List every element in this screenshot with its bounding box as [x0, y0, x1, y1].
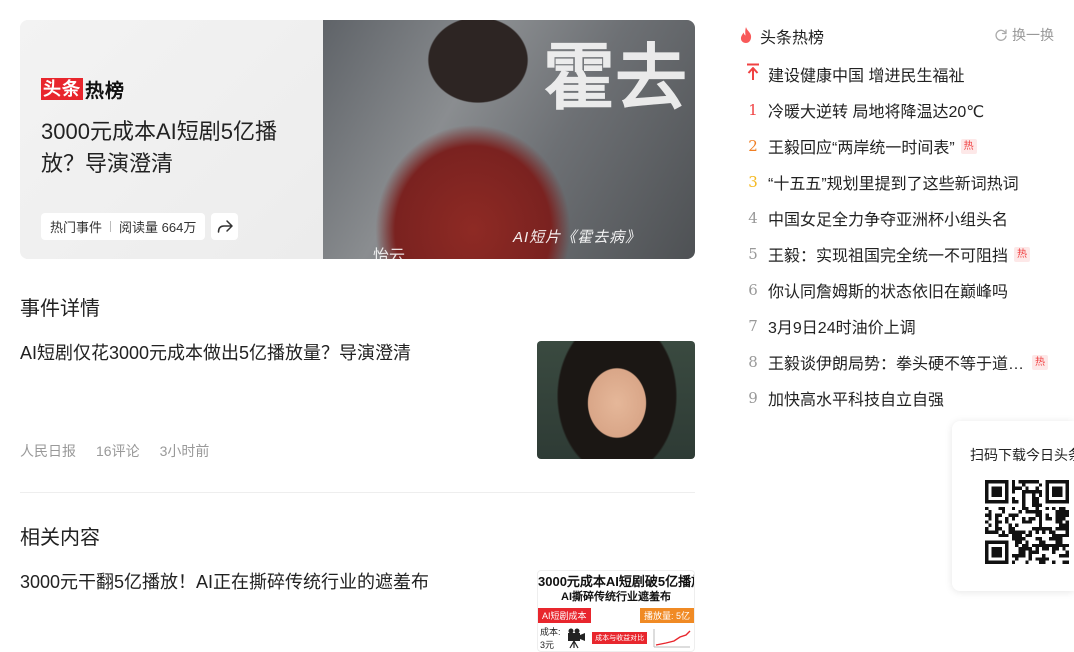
share-button[interactable]	[211, 213, 239, 240]
hotlist-rank: 6	[748, 281, 758, 299]
hero-image-caption: AI短片《霍去病》	[513, 229, 642, 246]
hotlist-rank: 4	[748, 209, 758, 227]
article-item[interactable]: AI短剧仅花3000元成本做出5亿播放量？导演澄清 人民日报 16评论 3小时前	[20, 341, 695, 459]
hero-image-caption-secondary: 怡云	[373, 248, 406, 259]
hotlist-item[interactable]: 建设健康中国 增进民生福祉	[738, 56, 1054, 92]
article-item[interactable]: 3000元干翻5亿播放！AI正在撕碎传统行业的遮羞布 3000元成本AI短剧破5…	[20, 570, 695, 652]
hotlist-item-title[interactable]: 王毅：实现祖国完全统一不可阻挡	[768, 242, 1008, 266]
divider	[20, 492, 695, 493]
hotlist-item[interactable]: 5 王毅：实现祖国完全统一不可阻挡热	[738, 236, 1054, 272]
hotlist: 建设健康中国 增进民生福祉 1 冷暖大逆转 局地将降温达20℃ 2 王毅回应“两岸统一时…	[738, 56, 1054, 416]
hotlist-item-title[interactable]: 中国女足全力争夺亚洲杯小组头名	[768, 206, 1008, 230]
article-title[interactable]: 3000元干翻5亿播放！AI正在撕碎传统行业的遮羞布	[20, 570, 500, 594]
hotlist-item[interactable]: 7 3月9日24时油价上调	[738, 308, 1054, 344]
article-title[interactable]: AI短剧仅花3000元成本做出5亿播放量？导演澄清	[20, 341, 500, 365]
brand-logo-right: 热榜	[85, 80, 126, 102]
hero-meta-pill: 热门事件 阅读量 664万	[41, 213, 206, 240]
thumbnail-cost-label: 成本: 3元	[540, 627, 561, 650]
hotlist-item-title[interactable]: 加快高水平科技自立自强	[768, 386, 944, 410]
hotlist-item[interactable]: 6 你认同詹姆斯的状态依旧在巅峰吗	[738, 272, 1054, 308]
hotlist-rank: 8	[748, 353, 758, 371]
hotlist-item-title[interactable]: 3月9日24时油价上调	[768, 314, 916, 338]
hotlist-rank: 9	[748, 389, 758, 407]
hero-meta-reads: 阅读量 664万	[119, 220, 197, 235]
hot-badge: 热	[1014, 246, 1031, 262]
article-source[interactable]: 人民日报	[20, 441, 76, 461]
hot-badge: 热	[960, 138, 977, 154]
thumbnail-tag-cost: AI短剧成本	[538, 608, 591, 623]
growth-chart-icon	[653, 629, 691, 648]
hero-meta: 热门事件 阅读量 664万	[41, 213, 239, 240]
hotlist-item[interactable]: 8 王毅谈伊朗局势：拳头硬不等于道理硬热	[738, 344, 1054, 380]
hotlist-rank: 1	[748, 101, 758, 119]
brand-logo-left: 头条	[41, 78, 83, 100]
hero-card[interactable]: 头条 热榜 3000元成本AI短剧5亿播放？导演澄清 热门事件 阅读量 664万…	[20, 20, 695, 259]
hero-title[interactable]: 3000元成本AI短剧5亿播放？导演澄清	[41, 116, 301, 180]
share-icon	[217, 219, 233, 233]
thumbnail-subheadline: AI撕碎传统行业遮羞布	[561, 591, 671, 603]
hotlist-title: 头条热榜	[760, 30, 825, 47]
hotlist-item-title[interactable]: 建设健康中国 增进民生福祉	[768, 62, 964, 86]
hotlist-rank: 2	[748, 137, 758, 155]
hotlist-rank: 7	[748, 317, 758, 335]
article-meta: 人民日报 16评论 3小时前	[20, 441, 209, 461]
article-time: 3小时前	[159, 443, 210, 459]
qr-download-text: 扫码下载今日头条	[970, 447, 1074, 463]
hotlist-rank: 3	[748, 173, 758, 191]
section-title-details: 事件详情	[20, 298, 100, 320]
hotlist-item-title[interactable]: 王毅回应“两岸统一时间表”	[768, 134, 955, 158]
thumbnail-tags: AI短剧成本 播放量: 5亿	[538, 608, 694, 623]
hotlist-rank: 5	[748, 245, 758, 263]
fire-icon	[740, 27, 752, 43]
camera-icon	[568, 628, 586, 649]
hotlist-item[interactable]: 3 “十五五”规划里提到了这些新词热词	[738, 164, 1054, 200]
thumbnail-diagram: 成本: 3元 成本与收益对比	[538, 623, 694, 651]
toutiao-hot-logo: 头条 热榜	[41, 77, 126, 102]
hotlist-item-title[interactable]: 冷暖大逆转 局地将降温达20℃	[768, 98, 984, 122]
qr-download-card[interactable]: 扫码下载今日头条	[952, 421, 1074, 591]
article-thumbnail[interactable]	[537, 341, 695, 459]
meta-separator	[110, 221, 112, 232]
hotlist-item[interactable]: 9 加快高水平科技自立自强	[738, 380, 1054, 416]
pin-top-icon	[738, 63, 768, 85]
hotlist-item-title[interactable]: 王毅谈伊朗局势：拳头硬不等于道理硬	[768, 350, 1026, 374]
hotlist-item[interactable]: 4 中国女足全力争夺亚洲杯小组头名	[738, 200, 1054, 236]
refresh-label: 换一换	[1012, 27, 1054, 43]
article-comments[interactable]: 16评论	[96, 441, 140, 461]
article-thumbnail[interactable]: 3000元成本AI短剧破5亿播放 AI撕碎传统行业遮羞布 AI短剧成本 播放量:…	[537, 570, 695, 652]
hero-image[interactable]: 霍去 怡云 AI短片《霍去病》	[323, 20, 695, 259]
hotlist-item-title[interactable]: 你认同詹姆斯的状态依旧在巅峰吗	[768, 278, 1008, 302]
thumbnail-compare-label: 成本与收益对比	[592, 632, 648, 644]
refresh-icon	[995, 29, 1007, 41]
thumbnail-tag-views: 播放量: 5亿	[639, 608, 694, 623]
hero-info-panel: 头条 热榜 3000元成本AI短剧5亿播放？导演澄清 热门事件 阅读量 664万	[20, 20, 323, 259]
thumbnail-headline: 3000元成本AI短剧破5亿播放	[538, 574, 695, 589]
hero-meta-tag: 热门事件	[50, 220, 103, 235]
hot-badge: 热	[1032, 354, 1048, 370]
refresh-button[interactable]: 换一换	[994, 25, 1054, 45]
qr-code	[985, 480, 1069, 564]
hotlist-item[interactable]: 2 王毅回应“两岸统一时间表” 热	[738, 128, 1054, 164]
hero-image-calligraphy: 霍去	[542, 35, 687, 120]
section-title-related: 相关内容	[20, 527, 100, 549]
hotlist-header: 头条热榜 换一换	[738, 22, 1054, 47]
hotlist-item[interactable]: 1 冷暖大逆转 局地将降温达20℃	[738, 92, 1054, 128]
hotlist-item-title[interactable]: “十五五”规划里提到了这些新词热词	[768, 170, 1019, 194]
